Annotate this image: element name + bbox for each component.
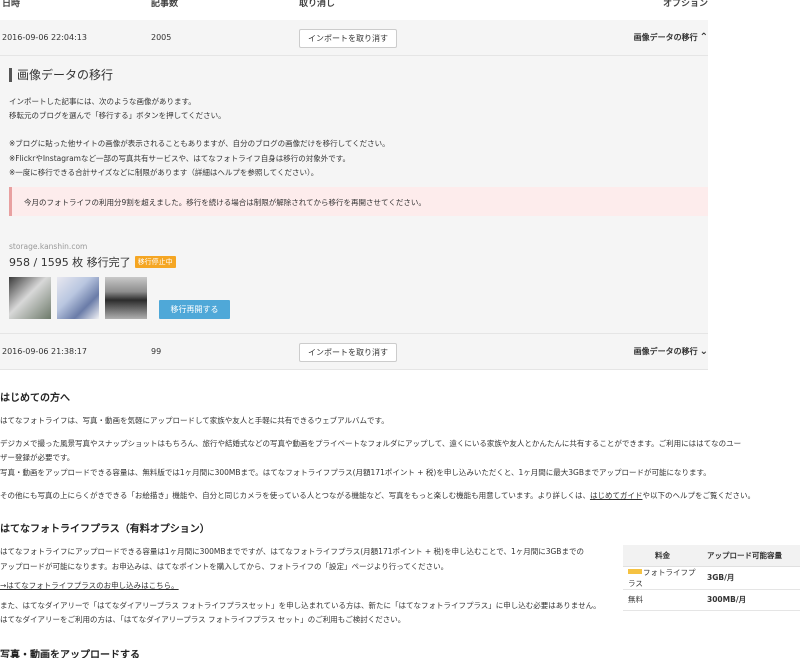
plus-text: はてなダイアリーをご利用の方は、「はてなダイアリープラス フォトライフプラス セ…	[0, 615, 406, 624]
column-cancel: 取り消し	[299, 0, 336, 9]
table-row: 無料 300MB/月	[623, 589, 800, 611]
column-capacity: アップロード可能容量	[702, 545, 800, 567]
resume-migration-button[interactable]: 移行再開する	[159, 300, 230, 319]
storage-host: storage.kanshin.com	[9, 242, 88, 251]
column-price: 料金	[623, 545, 702, 567]
panel-note: ※ブログに貼った他サイトの画像が表示されることもありますが、自分のブログの画像だ…	[9, 139, 390, 148]
panel-note: ※一度に移行できる合計サイズなどに制限があります（詳細はヘルプを参照してください…	[9, 168, 319, 177]
plan-name: フォトライフプラス	[623, 566, 702, 590]
column-count: 記事数	[151, 0, 179, 9]
migrate-toggle[interactable]: 画像データの移行 ⌄	[634, 346, 708, 357]
image-thumbnail	[105, 277, 147, 319]
plus-apply-link[interactable]: →はてなフォトライフプラスのお申し込みはこちら。	[0, 580, 179, 591]
plan-table: 料金 アップロード可能容量 フォトライフプラス 3GB/月 無料 300MB/月	[623, 545, 800, 611]
cancel-import-button[interactable]: インポートを取り消す	[299, 29, 397, 48]
migrate-toggle-label: 画像データの移行	[633, 347, 698, 356]
image-thumbnail	[9, 277, 51, 319]
progress-text: 958 / 1595 枚 移行完了	[9, 256, 131, 269]
intro-text-part: その他にも写真の上にらくがきできる「お絵描き」機能や、自分と同じカメラを使ってい…	[0, 491, 590, 500]
plus-text: はてなフォトライフにアップロードできる容量は1ヶ月間に300MBまでですが、はて…	[0, 547, 584, 556]
intro-heading: はじめての方へ	[0, 393, 70, 404]
plan-capacity: 300MB/月	[702, 589, 800, 611]
intro-text: その他にも写真の上にらくがきできる「お絵描き」機能や、自分と同じカメラを使ってい…	[0, 490, 755, 501]
plus-text: また、はてなダイアリーで「はてなダイアリープラス フォトライフプラスセット」を申…	[0, 601, 601, 610]
plus-logo-icon	[628, 568, 642, 574]
plan-name: 無料	[623, 589, 702, 611]
intro-text: 写真・動画をアップロードできる容量は、無料版では1ヶ月間に300MBまで。はてな…	[0, 468, 711, 477]
cancel-import-button[interactable]: インポートを取り消す	[299, 343, 397, 362]
import-row: 2016-09-06 22:04:13 2005 インポートを取り消す 画像デー…	[0, 20, 708, 56]
table-header: 日時 記事数 取り消し オプション	[0, 0, 708, 10]
chevron-down-icon: ⌄	[699, 346, 708, 357]
migrate-toggle-label: 画像データの移行	[633, 33, 698, 42]
image-thumbnail	[57, 277, 99, 319]
import-count: 2005	[151, 33, 172, 42]
intro-text: デジカメで撮った風景写真やスナップショットはもちろん、旅行や結婚式などの写真や動…	[0, 439, 742, 448]
intro-text: はてなフォトライフは、写真・動画を気軽にアップロードして家族や友人と手軽に共有で…	[0, 416, 389, 425]
migrate-toggle[interactable]: 画像データの移行 ⌃	[634, 32, 708, 43]
panel-line: インポートした記事には、次のような画像があります。	[9, 97, 196, 106]
table-row: フォトライフプラス 3GB/月	[623, 566, 800, 590]
status-badge: 移行停止中	[134, 256, 176, 268]
intro-text: ザー登録が必要です。	[0, 453, 75, 462]
import-row: 2016-09-06 21:38:17 99 インポートを取り消す 画像データの…	[0, 334, 708, 370]
alert-text: 今月のフォトライフの利用分9割を超えました。移行を続ける場合は制限が解除されてか…	[24, 198, 426, 207]
table-header-row: 料金 アップロード可能容量	[623, 545, 800, 567]
chevron-up-icon: ⌃	[699, 32, 708, 43]
column-option: オプション	[662, 0, 708, 9]
import-date: 2016-09-06 22:04:13	[2, 33, 87, 42]
migration-progress: 958 / 1595 枚 移行完了 移行停止中	[9, 254, 176, 270]
import-date: 2016-09-06 21:38:17	[2, 347, 87, 356]
guide-link[interactable]: はじめてガイド	[590, 491, 643, 500]
panel-note: ※FlickrやInstagramなど一部の写真共有サービスや、はてなフォトライ…	[9, 154, 350, 163]
plus-heading: はてなフォトライフプラス（有料オプション）	[0, 524, 210, 535]
intro-text-part: や以下のヘルプをご覧ください。	[642, 491, 755, 500]
import-count: 99	[151, 347, 162, 356]
panel-line: 移転元のブログを選んで「移行する」ボタンを押してください。	[9, 111, 226, 120]
plan-capacity: 3GB/月	[702, 566, 800, 590]
migration-panel: 画像データの移行 インポートした記事には、次のような画像があります。 移転元のブ…	[0, 56, 708, 334]
column-date: 日時	[2, 0, 21, 9]
plus-text: アップロードが可能になります。お申込みは、はてなポイントを購入してから、フォトラ…	[0, 562, 449, 571]
panel-title: 画像データの移行	[9, 68, 113, 82]
quota-alert: 今月のフォトライフの利用分9割を超えました。移行を続ける場合は制限が解除されてか…	[9, 187, 708, 216]
upload-heading: 写真・動画をアップロードする	[0, 650, 140, 658]
